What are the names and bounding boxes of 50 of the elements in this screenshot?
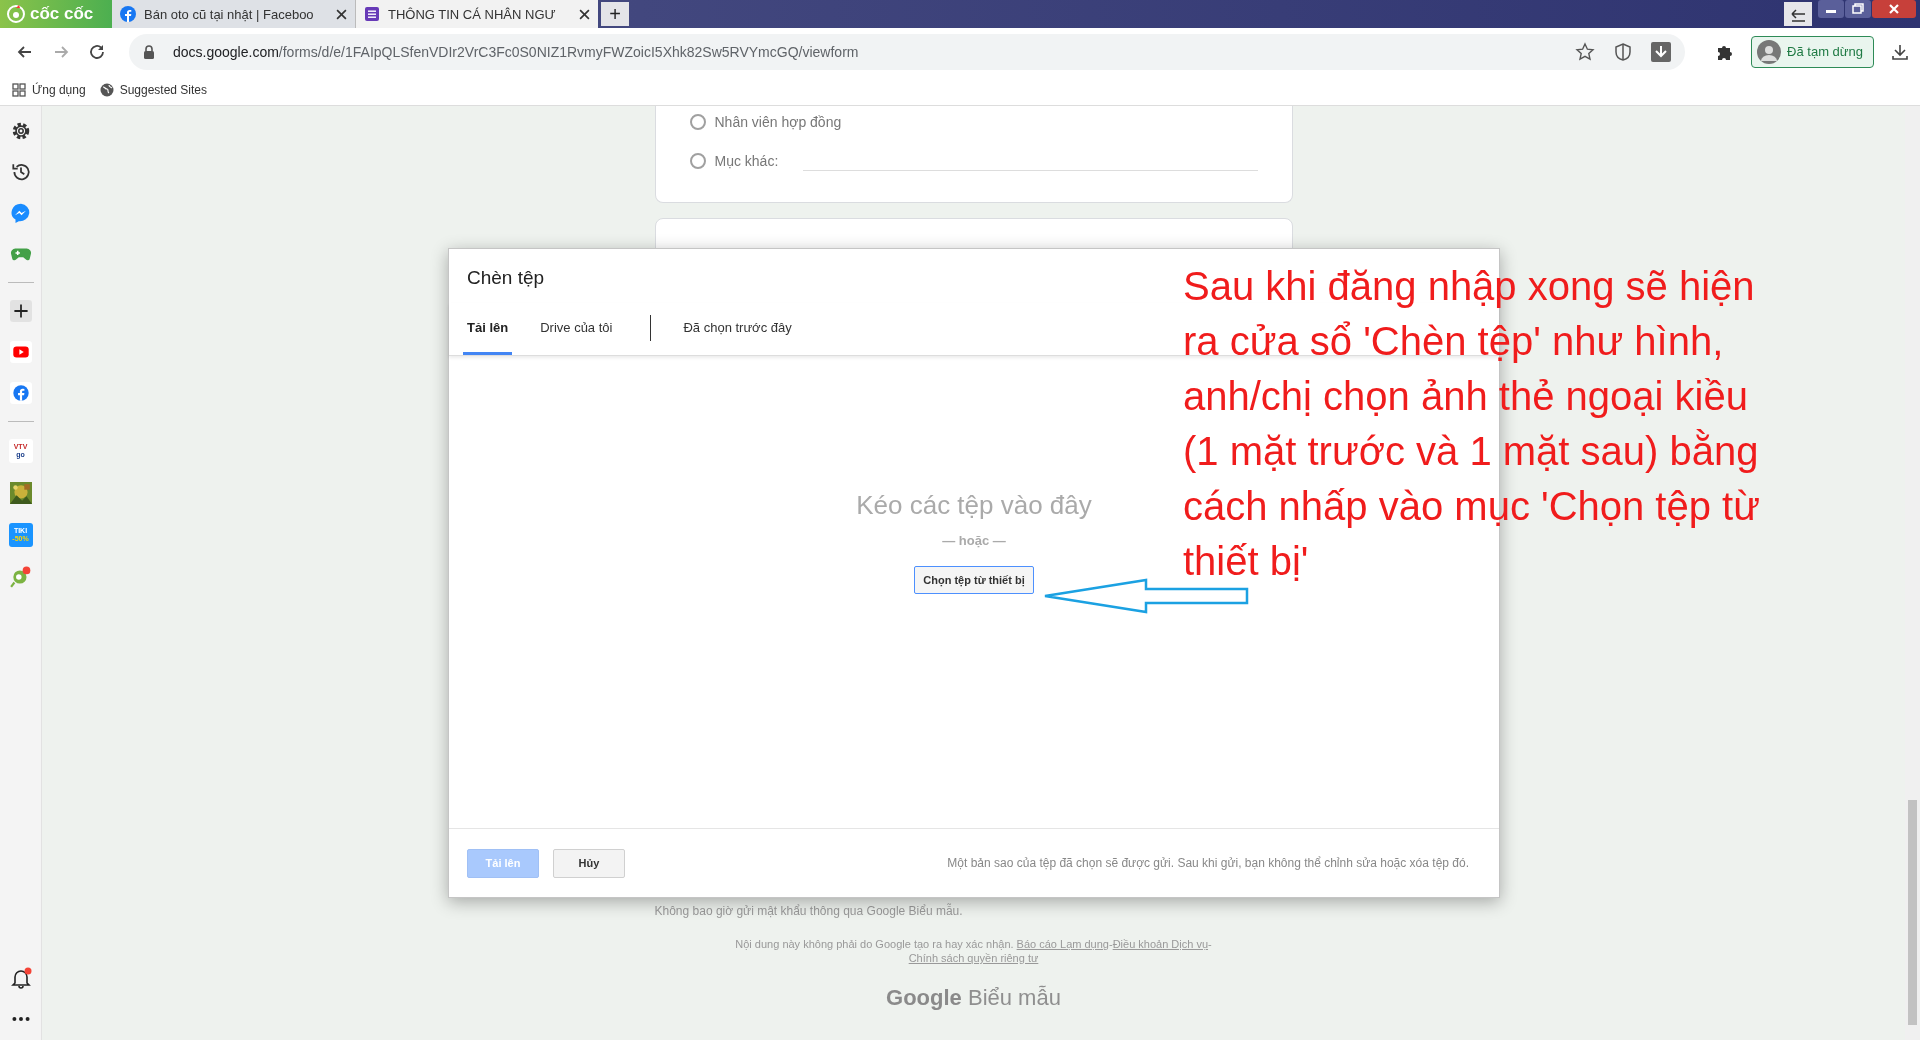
- browser-tab[interactable]: THÔNG TIN CÁ NHÂN NGƯ: [355, 0, 598, 28]
- scrollbar-thumb[interactable]: [1908, 800, 1917, 1025]
- cancel-button[interactable]: Hủy: [553, 848, 625, 878]
- facebook-icon: [120, 6, 136, 22]
- form-icon: [364, 6, 380, 22]
- dialog-tab[interactable]: Drive của tôi: [536, 303, 633, 355]
- bookmark[interactable]: Ứng dụng: [12, 83, 86, 97]
- close-icon[interactable]: [336, 8, 347, 20]
- address-bar[interactable]: docs.google.com/forms/d/e/1FAIpQLSfenVDIr2VrC3Fc0S0NIZ1RvmyFWZoicI5Xhk82Sw5RVYmcGQ/viewform: [129, 33, 1686, 70]
- bell-icon[interactable]: [9, 967, 32, 989]
- url-text: docs.google.com/forms/d/e/1FAIpQLSfenVDIr2VrC3Fc0S0NIZ1RvmyFWZoicI5Xhk82Sw5RVYmcGQ/viewform: [173, 43, 860, 60]
- profile-button[interactable]: Đã tạm dừng: [1751, 35, 1874, 68]
- play-icon[interactable]: [9, 341, 32, 363]
- choose-file-button[interactable]: Chọn tệp từ thiết bị: [914, 566, 1034, 594]
- password-warning: Không bao giờ gửi mật khẩu thông qua Google Biểu mẫu.: [654, 904, 964, 918]
- annotation-text: Sau khi đăng nhập xong sẽ hiện ra cửa sổ 'Chèn tệp' như hình, anh/chị chọn ảnh thẻ ngoại kiều (1 mặt trước và 1 mặt sau) bằng cách nhấp vào mục 'Chọn tệp từ thiết bị': [1183, 263, 1761, 585]
- close-icon[interactable]: [1872, 0, 1916, 18]
- browser-tab[interactable]: Bán oto cũ tại nhật | Faceboo: [112, 0, 355, 28]
- arrow-icon: [1043, 578, 1249, 614]
- magnifier-leaf-icon[interactable]: [9, 566, 32, 588]
- shield-icon[interactable]: [1613, 41, 1634, 62]
- chat-bubble-icon[interactable]: [9, 202, 32, 224]
- other-input-line[interactable]: [803, 170, 1258, 171]
- radio-button[interactable]: [689, 153, 706, 169]
- option-label: Mục khác:: [714, 153, 779, 169]
- apps-grid-icon: [12, 83, 26, 97]
- radio-button[interactable]: [689, 114, 706, 130]
- disclaimer-text: Nội dung này không phải do Google tạo ra hay xác nhận. Báo cáo Lạm dụng-Điều khoản Dịch vụ- Chính sách quyền riêng tư: [734, 937, 1213, 965]
- dialog-note: Một bản sao của tệp đã chọn sẽ được gửi. Sau khi gửi, bạn không thể chỉnh sửa hoặc xóa tệp đó.: [946, 856, 1469, 870]
- close-icon[interactable]: [579, 8, 590, 20]
- dialog-tab[interactable]: Tải lên: [463, 303, 513, 355]
- leaf-circle-icon: [6, 4, 26, 24]
- bookmark[interactable]: Suggested Sites: [99, 83, 208, 97]
- restore-icon[interactable]: [1845, 0, 1871, 18]
- minimize-icon[interactable]: [1818, 0, 1844, 18]
- avatar-icon: [1757, 39, 1782, 64]
- dialog-tab[interactable]: Đã chọn trước đây: [679, 303, 812, 355]
- drop-zone-text: Kéo các tệp vào đây: [856, 490, 1092, 521]
- browser-brand: cốc cốc: [30, 4, 94, 24]
- star-icon[interactable]: [1575, 41, 1596, 62]
- facebook-icon[interactable]: [9, 382, 32, 404]
- add-icon[interactable]: [9, 300, 32, 322]
- new-tab-button[interactable]: +: [601, 2, 629, 26]
- globe-icon: [99, 83, 114, 97]
- history-icon[interactable]: [9, 161, 32, 183]
- lock-icon: [143, 44, 155, 59]
- or-separator: — hoặc —: [942, 533, 1006, 548]
- option-label: Nhân viên hợp đồng: [714, 114, 842, 130]
- dialog-title: Chèn tệp: [467, 267, 545, 290]
- download-icon[interactable]: [1651, 41, 1672, 62]
